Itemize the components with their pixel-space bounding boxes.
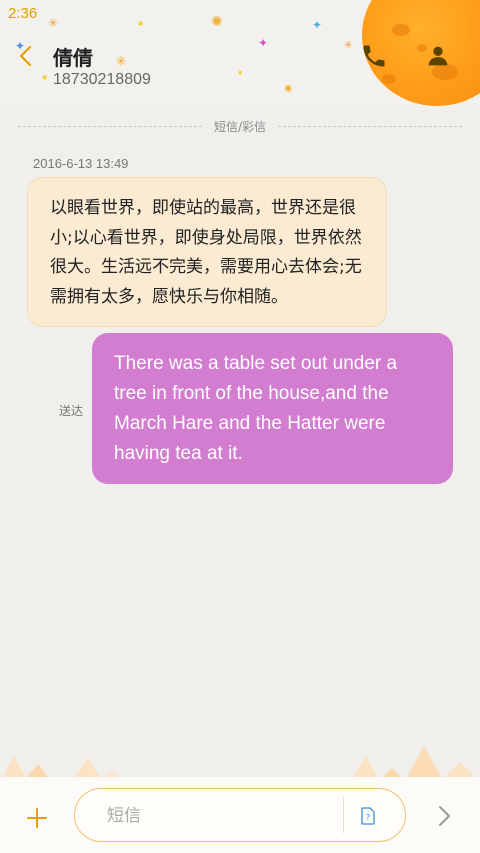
contact-name: 倩倩 [53,46,93,70]
status-time: 2:36 [8,5,38,22]
conversation-header: 2:36 ✳ ● ✺ ✦ ✦ ✦ ✳ ✳ ● ● ✺ 倩倩 1873021880… [0,0,480,110]
contact-button[interactable] [424,42,452,70]
sparkle-icon: ✳ [48,16,59,30]
divider-line [278,126,462,127]
landscape-decoration [0,746,480,782]
sparkle-icon: ✦ [312,18,323,32]
sparkle-icon: ✦ [258,36,269,50]
message-input[interactable] [105,789,339,842]
chevron-right-icon [439,806,450,826]
message-timestamp: 2016-6-13 13:49 [33,156,129,171]
divider-line [18,126,202,127]
back-arrow-icon [19,45,32,67]
back-button[interactable] [12,42,42,72]
delivery-status: 送达 [59,404,84,418]
sparkle-icon: ✺ [284,84,293,95]
input-separator [343,797,344,833]
message-type-label: 短信/彩信 [213,120,267,134]
svg-text:?: ? [366,813,370,822]
incoming-message-bubble[interactable]: 以眼看世界，即使站的最高，世界还是很小;以心看世界，即使身处局限，世界依然很大。… [27,177,387,327]
message-input-container: ? [74,788,406,842]
sim-select-button[interactable]: ? [360,807,376,825]
sparkle-icon: ● [42,74,48,81]
sparkle-icon: ● [238,70,243,76]
sparkle-icon: ✳ [115,54,127,70]
sim-card-icon: ? [361,807,375,825]
send-button[interactable] [432,804,456,828]
contact-phone-number: 18730218809 [53,71,151,88]
sparkle-icon: ● [138,20,144,27]
outgoing-message-bubble[interactable]: There was a table set out under a tree i… [92,333,453,484]
add-attachment-button[interactable] [24,805,50,831]
person-icon [428,46,448,66]
call-button[interactable] [360,42,388,70]
sparkle-icon: ✺ [211,14,223,30]
sparkle-icon: ✳ [344,40,353,51]
phone-icon [363,45,385,67]
plus-icon [27,808,47,828]
